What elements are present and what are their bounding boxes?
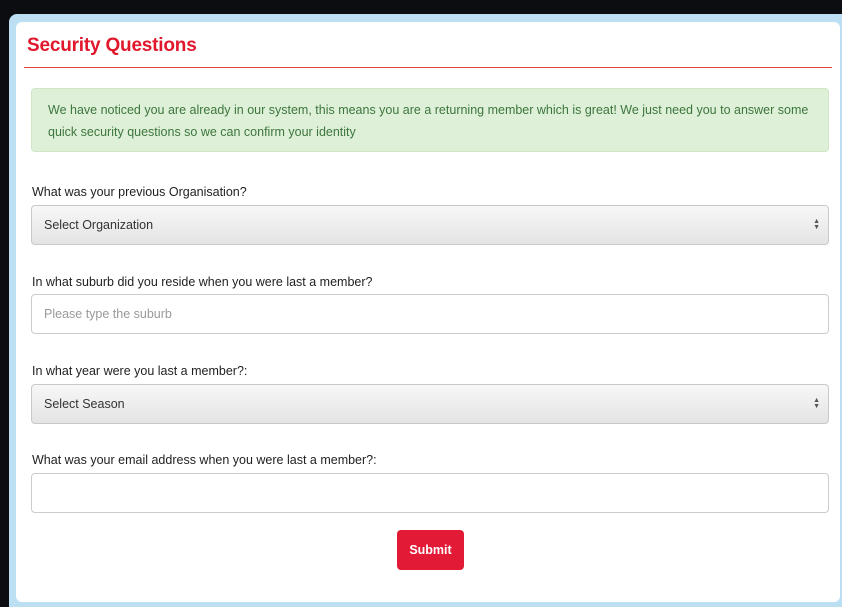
organisation-select-value: Select Organization — [44, 218, 154, 232]
up-down-chevron-icon: ▲ ▼ — [813, 397, 820, 410]
returning-member-notice: We have noticed you are already in our s… — [31, 88, 829, 152]
title-divider — [24, 67, 832, 68]
organisation-label: What was your previous Organisation? — [32, 185, 247, 199]
submit-button[interactable]: Submit — [397, 530, 464, 570]
suburb-input[interactable] — [31, 294, 829, 334]
email-label: What was your email address when you wer… — [32, 453, 377, 467]
security-questions-panel: Security Questions We have noticed you a… — [16, 22, 840, 602]
email-input[interactable] — [31, 473, 829, 513]
up-down-chevron-icon: ▲ ▼ — [813, 218, 820, 231]
suburb-label: In what suburb did you reside when you w… — [32, 275, 373, 289]
year-select-value: Select Season — [44, 397, 125, 411]
organisation-select[interactable]: Select Organization ▲ ▼ — [31, 205, 829, 245]
notice-text: We have noticed you are already in our s… — [48, 103, 809, 139]
year-label: In what year were you last a member?: — [32, 364, 248, 378]
panel-title: Security Questions — [27, 35, 197, 56]
year-select[interactable]: Select Season ▲ ▼ — [31, 384, 829, 424]
